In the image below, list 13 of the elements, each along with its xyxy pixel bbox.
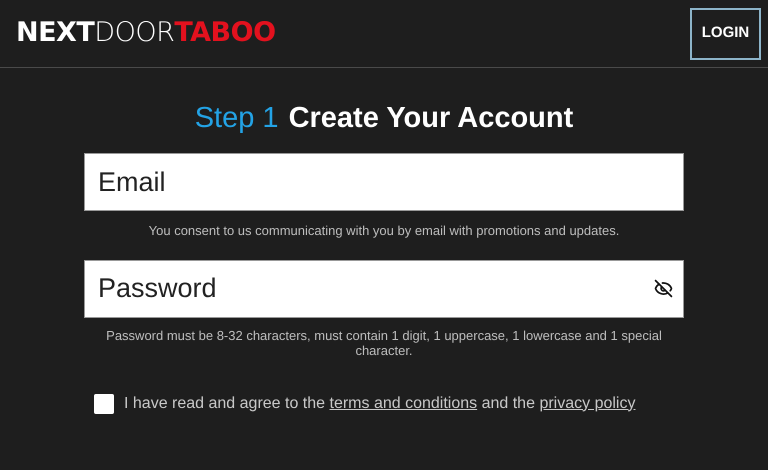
hide-password-icon[interactable] (654, 278, 673, 298)
policy-link[interactable]: privacy policy (539, 394, 636, 412)
step-label: Step 1 (194, 101, 279, 135)
password-field[interactable]: Password (84, 260, 684, 318)
login-button[interactable]: LOGIN (690, 8, 761, 60)
email-note: You consent to us communicating with you by email with promotions and updates. (148, 222, 620, 240)
email-field[interactable]: Email (84, 153, 684, 211)
agreement-text: I have read and agree to the terms and conditions and the privacy policy (124, 394, 636, 414)
site-logo[interactable]: NEXTDOORTABOO (16, 13, 276, 54)
section-title: Create Your Account (288, 101, 574, 135)
agree-checkbox[interactable] (94, 394, 114, 414)
password-note: Password must be 8-32 characters, must contain 1 digit, 1 uppercase, 1 lowercase and 1 special character. (105, 328, 663, 358)
policy-link[interactable]: terms and conditions (330, 394, 478, 412)
